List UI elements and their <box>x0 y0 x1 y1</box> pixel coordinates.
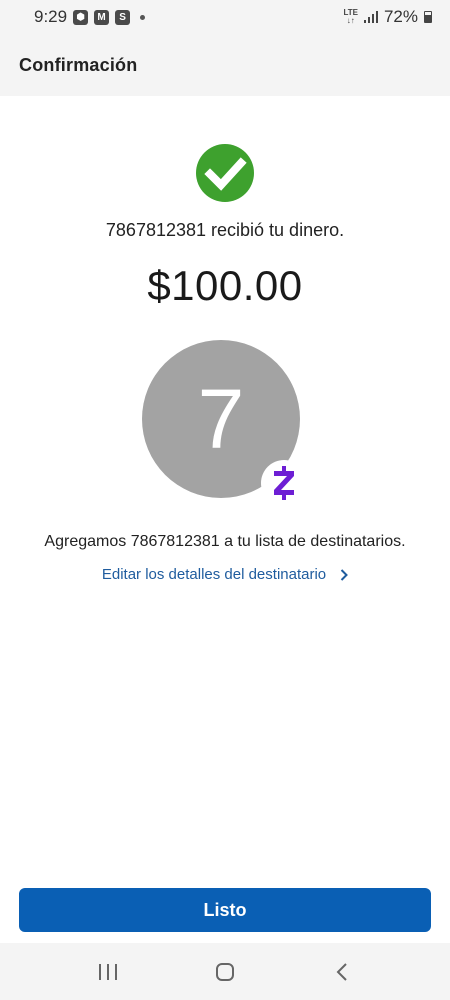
page-title: Confirmación <box>19 54 138 75</box>
system-nav-bar <box>0 943 450 1000</box>
back-button[interactable] <box>322 952 362 992</box>
chase-icon: ⬢ <box>73 9 89 25</box>
lte-indicator: LTE ↓↑ <box>343 8 358 25</box>
edit-recipient-link[interactable]: Editar los detalles del destinatario <box>0 566 450 583</box>
check-icon <box>204 157 247 191</box>
done-button[interactable]: Listo <box>19 888 431 932</box>
edit-recipient-label: Editar los detalles del destinatario <box>101 566 327 583</box>
home-button[interactable] <box>205 952 245 992</box>
status-right: LTE ↓↑ 72% <box>343 7 432 27</box>
battery-icon <box>424 11 432 23</box>
status-left: 9:29 ⬢ M S <box>34 7 146 27</box>
status-bar: 9:29 ⬢ M S LTE ↓↑ 72% <box>0 0 450 34</box>
gmail-icon: M <box>94 9 110 25</box>
header: Confirmación <box>0 34 450 96</box>
recent-apps-button[interactable] <box>88 952 128 992</box>
added-to-recipients-message: Agregamos 7867812381 a tu lista de desti… <box>44 533 406 550</box>
avatar-initial: 7 <box>197 371 245 466</box>
signal-icon <box>363 11 378 23</box>
zelle-badge <box>261 460 307 506</box>
back-icon <box>336 962 347 981</box>
amount-sent: $100.00 <box>147 262 303 309</box>
received-message: 7867812381 recibió tu dinero. <box>105 220 345 240</box>
status-time: 9:29 <box>34 7 68 26</box>
notification-dot-icon <box>140 14 146 20</box>
zelle-icon <box>274 466 294 500</box>
battery-percent: 72% <box>383 7 418 26</box>
network-label: LTE <box>343 8 358 17</box>
home-icon <box>215 962 234 981</box>
chevron-right-icon <box>340 568 349 581</box>
recent-apps-icon <box>99 963 118 980</box>
s-app-icon: S <box>115 9 131 25</box>
success-check-badge <box>196 144 254 202</box>
